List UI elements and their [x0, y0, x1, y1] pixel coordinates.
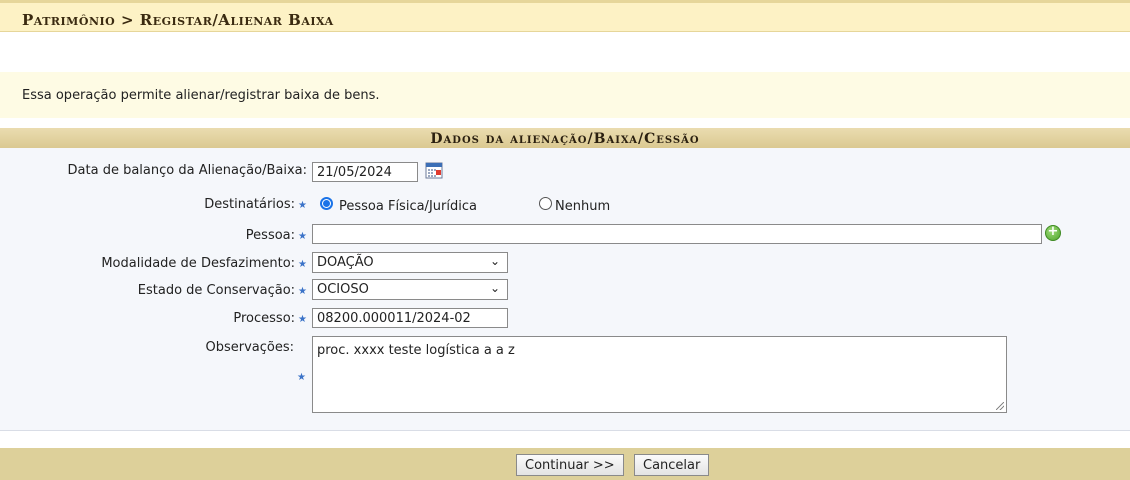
add-pessoa-icon[interactable]: +	[1045, 225, 1061, 241]
data-balanco-input[interactable]	[312, 162, 418, 182]
estado-select[interactable]: OCIOSO ⌄	[312, 279, 508, 300]
cancelar-button[interactable]: Cancelar	[634, 454, 710, 476]
required-star-icon: ★	[298, 231, 307, 242]
observacoes-value: proc. xxxx teste logística a a z	[317, 343, 515, 358]
required-star-icon: ★	[298, 286, 307, 297]
processo-label: Processo:	[233, 311, 296, 326]
info-box: Essa operação permite alienar/registrar …	[0, 72, 1130, 118]
modalidade-value: DOAÇÃO	[317, 255, 374, 270]
pessoa-input[interactable]	[312, 224, 1042, 244]
spacer	[0, 32, 1130, 72]
resize-grip-icon[interactable]	[996, 402, 1004, 410]
calendar-icon[interactable]	[425, 161, 443, 179]
chevron-down-icon: ⌄	[489, 281, 500, 295]
estado-label: Estado de Conservação:	[137, 283, 296, 298]
observacoes-label: Observações:	[205, 340, 294, 355]
footer-bar: Continuar >> Cancelar	[0, 448, 1130, 480]
required-star-icon: ★	[298, 314, 307, 325]
observacoes-textarea[interactable]: proc. xxxx teste logística a a z	[312, 336, 1007, 413]
section-title: Dados da alienação/Baixa/Cessão	[430, 131, 700, 147]
radio-pessoa-label: Pessoa Física/Jurídica	[339, 199, 477, 214]
radio-nenhum-label: Nenhum	[555, 199, 611, 214]
form-panel: Data de balanço da Alienação/Baixa: Dest…	[0, 148, 1130, 431]
data-balanco-label: Data de balanço da Alienação/Baixa:	[67, 163, 307, 178]
info-text: Essa operação permite alienar/registrar …	[22, 88, 380, 103]
radio-nenhum[interactable]	[539, 197, 552, 210]
title-bar: Patrimônio > Registar/Alienar Baixa	[0, 0, 1130, 32]
pessoa-label: Pessoa:	[245, 228, 296, 243]
section-header: Dados da alienação/Baixa/Cessão	[0, 126, 1130, 150]
modalidade-select[interactable]: DOAÇÃO ⌄	[312, 252, 508, 273]
chevron-down-icon: ⌄	[489, 254, 500, 268]
required-star-icon: ★	[298, 259, 307, 270]
radio-pessoa-fisica-juridica[interactable]	[320, 197, 333, 210]
continuar-button[interactable]: Continuar >>	[516, 454, 624, 476]
required-star-icon: ★	[298, 200, 307, 211]
destinatarios-label: Destinatários:	[204, 197, 296, 212]
modalidade-label: Modalidade de Desfazimento:	[101, 256, 296, 271]
required-star-icon: ★	[297, 372, 306, 383]
processo-input[interactable]	[312, 308, 508, 328]
breadcrumb: Patrimônio > Registar/Alienar Baixa	[22, 11, 334, 29]
estado-value: OCIOSO	[317, 282, 369, 297]
